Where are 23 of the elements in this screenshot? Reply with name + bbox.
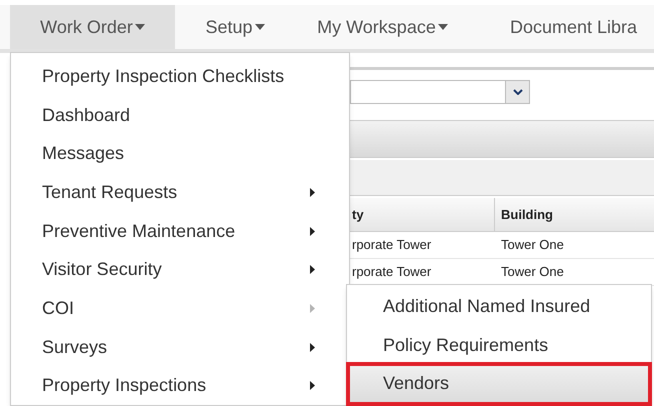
submenu-item[interactable]: Policy Requirements bbox=[347, 326, 651, 364]
menu-item[interactable]: Surveys bbox=[11, 328, 349, 366]
table-cell-text: Tower One bbox=[500, 236, 564, 254]
column-header[interactable]: Building bbox=[495, 198, 654, 231]
nav-tab[interactable]: Work Order bbox=[10, 5, 175, 49]
menu-item[interactable]: Tenant Requests bbox=[11, 173, 349, 212]
table-cell-text: rporate Tower bbox=[351, 236, 432, 254]
nav-tab[interactable]: Document Libra bbox=[470, 5, 654, 49]
menu-item[interactable]: COI bbox=[11, 289, 349, 328]
menu-item[interactable]: Messages bbox=[11, 134, 349, 174]
select-field[interactable] bbox=[350, 80, 530, 104]
menu-item[interactable]: Property Inspections bbox=[11, 366, 349, 406]
chevron-down-icon bbox=[512, 89, 522, 95]
menu-item[interactable]: Property Inspection Checklists bbox=[11, 57, 349, 96]
menu-item[interactable]: Dashboard bbox=[11, 96, 349, 134]
table-cell-text: rporate Tower bbox=[351, 263, 432, 282]
table-cell-text: Tower One bbox=[500, 263, 564, 282]
menu-item[interactable]: Visitor Security bbox=[11, 250, 349, 290]
submenu-item[interactable]: Vendors bbox=[347, 364, 651, 404]
submenu-item[interactable]: Additional Named Insured bbox=[347, 287, 651, 326]
nav-tab[interactable]: Setup bbox=[175, 5, 295, 49]
menu-item[interactable]: Preventive Maintenance bbox=[11, 212, 349, 250]
nav-tab[interactable]: My Workspace bbox=[295, 5, 470, 49]
